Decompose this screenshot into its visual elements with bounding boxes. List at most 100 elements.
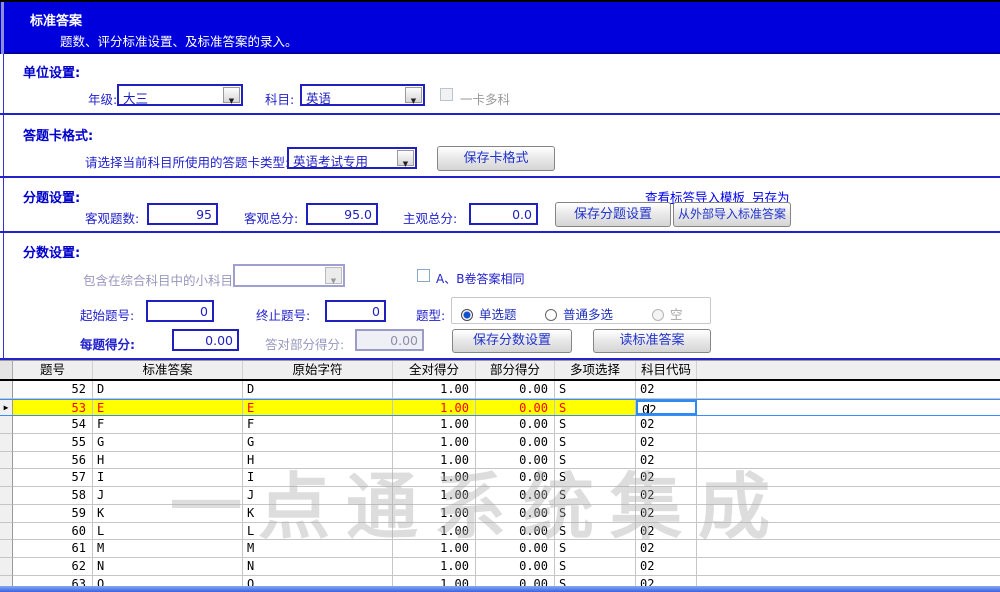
chevron-down-icon[interactable]: ▼ — [223, 87, 240, 103]
cell-standard-answer[interactable]: J — [93, 487, 243, 505]
cell-full-score[interactable]: 1.00 — [393, 434, 476, 452]
objective-score-input[interactable]: 95.0 — [306, 203, 378, 225]
chevron-down-icon[interactable]: ▼ — [397, 150, 414, 166]
cell-standard-answer[interactable]: E — [93, 400, 243, 416]
cell-partial-score[interactable]: 0.00 — [476, 416, 555, 434]
cell-full-score[interactable]: 1.00 — [393, 523, 476, 541]
cell-multi-select[interactable]: S — [555, 434, 636, 452]
cell-partial-score[interactable]: 0.00 — [476, 469, 555, 487]
cell-raw-chars[interactable]: H — [243, 452, 393, 470]
cell-raw-chars[interactable]: J — [243, 487, 393, 505]
cell-question-no[interactable]: 58 — [13, 487, 93, 505]
read-standard-answers-button[interactable]: 读标准答案 — [593, 329, 711, 353]
row-selector[interactable] — [0, 381, 13, 399]
cell-raw-chars[interactable]: L — [243, 523, 393, 541]
cell-subject-code[interactable]: 02 — [636, 540, 697, 558]
col-header-raw-chars[interactable]: 原始字符 — [243, 361, 393, 379]
cell-full-score[interactable]: 1.00 — [393, 400, 476, 416]
col-header-standard-answer[interactable]: 标准答案 — [93, 361, 243, 379]
cell-standard-answer[interactable]: N — [93, 558, 243, 576]
cell-question-no[interactable]: 54 — [13, 416, 93, 434]
row-selector[interactable] — [0, 505, 13, 523]
cell-full-score[interactable]: 1.00 — [393, 505, 476, 523]
col-header-multi-select[interactable]: 多项选择 — [555, 361, 636, 379]
cell-multi-select[interactable]: S — [555, 505, 636, 523]
col-header-subject-code[interactable]: 科目代码 — [636, 361, 697, 379]
chevron-down-icon[interactable]: ▼ — [405, 87, 422, 103]
cell-subject-code[interactable]: 02 — [636, 523, 697, 541]
cell-full-score[interactable]: 1.00 — [393, 540, 476, 558]
radio-single-choice[interactable]: 单选题 — [461, 304, 517, 323]
import-answers-button[interactable]: 从外部导入标准答案 — [673, 202, 791, 227]
save-split-settings-button[interactable]: 保存分题设置 — [555, 202, 671, 227]
cell-question-no[interactable]: 61 — [13, 540, 93, 558]
cell-partial-score[interactable]: 0.00 — [476, 505, 555, 523]
cell-standard-answer[interactable]: D — [93, 381, 243, 399]
cell-standard-answer[interactable]: F — [93, 416, 243, 434]
cell-question-no[interactable]: 52 — [13, 381, 93, 399]
cell-partial-score[interactable]: 0.00 — [476, 523, 555, 541]
cell-subject-code[interactable]: 02 — [636, 576, 697, 586]
cell-raw-chars[interactable]: K — [243, 505, 393, 523]
cell-partial-score[interactable]: 0.00 — [476, 434, 555, 452]
row-selector[interactable] — [0, 540, 13, 558]
cell-raw-chars[interactable]: O — [243, 576, 393, 586]
grade-select[interactable]: 大三 ▼ — [117, 84, 243, 106]
objective-count-input[interactable]: 95 — [147, 203, 218, 225]
cell-question-no[interactable]: 60 — [13, 523, 93, 541]
cell-partial-score[interactable]: 0.00 — [476, 400, 555, 416]
cell-raw-chars[interactable]: M — [243, 540, 393, 558]
save-card-format-button[interactable]: 保存卡格式 — [437, 146, 555, 171]
cell-question-no[interactable]: 56 — [13, 452, 93, 470]
row-selector[interactable] — [0, 469, 13, 487]
cell-subject-code[interactable]: 02 — [636, 469, 697, 487]
cell-subject-code[interactable]: 02 — [636, 487, 697, 505]
cell-full-score[interactable]: 1.00 — [393, 576, 476, 586]
col-header-full-score[interactable]: 全对得分 — [393, 361, 476, 379]
row-selector[interactable] — [0, 452, 13, 470]
cell-multi-select[interactable]: S — [555, 452, 636, 470]
cell-question-no[interactable]: 59 — [13, 505, 93, 523]
cell-question-no[interactable]: 62 — [13, 558, 93, 576]
row-selector-arrow-icon[interactable]: ▶ — [0, 400, 13, 416]
cell-standard-answer[interactable]: L — [93, 523, 243, 541]
cell-raw-chars[interactable]: I — [243, 469, 393, 487]
radio-multi-choice[interactable]: 普通多选 — [545, 304, 613, 323]
cell-question-no[interactable]: 53 — [13, 400, 93, 416]
cell-raw-chars[interactable]: G — [243, 434, 393, 452]
cell-full-score[interactable]: 1.00 — [393, 416, 476, 434]
col-header-partial-score[interactable]: 部分得分 — [476, 361, 555, 379]
cell-subject-code[interactable]: 02 — [636, 505, 697, 523]
cell-question-no[interactable]: 57 — [13, 469, 93, 487]
card-type-select[interactable]: 英语考试专用 ▼ — [287, 147, 417, 169]
cell-partial-score[interactable]: 0.00 — [476, 487, 555, 505]
cell-standard-answer[interactable]: G — [93, 434, 243, 452]
cell-partial-score[interactable]: 0.00 — [476, 452, 555, 470]
row-selector[interactable] — [0, 523, 13, 541]
cell-standard-answer[interactable]: I — [93, 469, 243, 487]
subject-select[interactable]: 英语 ▼ — [300, 84, 425, 106]
cell-multi-select[interactable]: S — [555, 416, 636, 434]
cell-multi-select[interactable]: S — [555, 523, 636, 541]
end-number-input[interactable]: 0 — [325, 300, 386, 322]
cell-multi-select[interactable]: S — [555, 400, 636, 416]
cell-partial-score[interactable]: 0.00 — [476, 576, 555, 586]
cell-multi-select[interactable]: S — [555, 381, 636, 399]
cell-subject-code[interactable]: 02 — [636, 381, 697, 399]
cell-standard-answer[interactable]: H — [93, 452, 243, 470]
cell-full-score[interactable]: 1.00 — [393, 469, 476, 487]
cell-subject-code[interactable]: 02 — [636, 452, 697, 470]
cell-subject-code[interactable]: 02 — [636, 434, 697, 452]
per-question-score-input[interactable]: 0.00 — [172, 329, 239, 351]
cell-question-no[interactable]: 63 — [13, 576, 93, 586]
cell-multi-select[interactable]: S — [555, 576, 636, 586]
cell-standard-answer[interactable]: M — [93, 540, 243, 558]
cell-full-score[interactable]: 1.00 — [393, 487, 476, 505]
cell-standard-answer[interactable]: K — [93, 505, 243, 523]
row-selector[interactable] — [0, 487, 13, 505]
active-edit-cell[interactable]: 02 — [636, 400, 697, 416]
cell-full-score[interactable]: 1.00 — [393, 558, 476, 576]
row-selector[interactable] — [0, 576, 13, 586]
row-selector[interactable] — [0, 558, 13, 576]
cell-partial-score[interactable]: 0.00 — [476, 540, 555, 558]
